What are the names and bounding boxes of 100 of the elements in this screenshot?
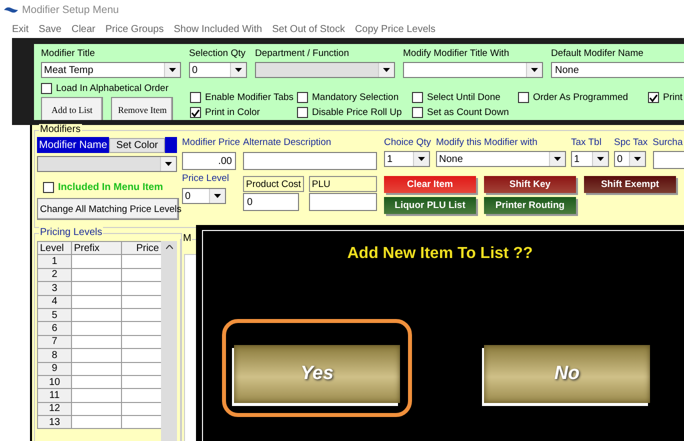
menu-item[interactable]: Price Groups [105, 24, 164, 34]
action-button[interactable]: Shift Key [484, 176, 576, 193]
table-cell: 4 [38, 295, 72, 308]
dropdown-arrow-icon [597, 157, 604, 161]
table-cell: 10 [38, 375, 72, 389]
table-cell [72, 254, 122, 268]
dropdown-arrow-icon [383, 68, 390, 72]
table-cell [72, 295, 122, 308]
checkbox[interactable] [412, 107, 423, 118]
scrollbar[interactable] [161, 241, 177, 441]
dropdown[interactable]: None [436, 151, 566, 167]
field-label: Choice Qty [384, 137, 431, 149]
text-field[interactable]: None [551, 62, 684, 78]
dropdown[interactable]: 0 [182, 188, 226, 204]
table-cell [72, 348, 122, 362]
table-cell [72, 388, 122, 402]
checkbox[interactable] [43, 182, 54, 193]
scroll-up-icon[interactable] [166, 245, 172, 249]
field-label: Alternate Description [243, 137, 332, 149]
cost-field[interactable]: 0 [243, 193, 299, 211]
table-cell: 13 [38, 416, 72, 429]
checkbox[interactable] [518, 92, 529, 103]
table-cell [72, 308, 122, 322]
dropdown[interactable] [403, 62, 543, 78]
price-field[interactable]: .00 [182, 152, 236, 170]
description-field[interactable] [243, 152, 377, 170]
checkbox[interactable] [297, 107, 308, 118]
field-label: Modifier Title [41, 48, 96, 60]
table-cell: 9 [38, 362, 72, 376]
table-cell: 1 [38, 254, 72, 268]
table-cell [72, 335, 122, 349]
checkbox-label: Set as Count Down [427, 107, 509, 118]
color-swatch[interactable] [164, 137, 177, 153]
dropdown[interactable]: 0 [614, 151, 646, 167]
table-cell: 2 [38, 268, 72, 282]
dropdown-arrow-icon [531, 68, 538, 72]
dropdown[interactable]: 0 [189, 62, 247, 78]
table-cell [72, 322, 122, 336]
column-header: Level [38, 242, 72, 255]
checkbox-label: Print [663, 92, 683, 103]
dialog-message: Add New Item To List ?? [346, 245, 534, 263]
checkbox[interactable] [41, 83, 52, 94]
change-levels-button[interactable]: Change All Matching Price Levels [37, 198, 179, 220]
field-label: Modifier Price [182, 137, 238, 149]
checkbox-label: Included In Menu Item [58, 182, 164, 193]
dropdown[interactable] [37, 156, 177, 172]
table-cell: 3 [38, 282, 72, 296]
window-title: Modifier Setup Menu [22, 4, 119, 16]
table-cell [72, 282, 122, 296]
menu-item[interactable]: Exit [12, 24, 29, 34]
dropdown-arrow-icon [634, 157, 641, 161]
checkbox-label: Order As Programmed [533, 92, 628, 103]
action-button[interactable]: Printer Routing [484, 197, 576, 214]
menu-item[interactable]: Show Included With [174, 24, 262, 34]
table-cell: 8 [38, 348, 72, 362]
dropdown[interactable]: Meat Temp [41, 62, 181, 78]
checkbox[interactable] [412, 92, 423, 103]
field-label: Modifier Name [37, 137, 110, 153]
field-label: Price Level [182, 173, 230, 185]
column-header: Prefix [72, 242, 122, 255]
table-cell: 12 [38, 402, 72, 416]
menu-item[interactable]: Clear [71, 24, 96, 34]
field-label: Selection Qty [189, 48, 246, 60]
action-button[interactable]: Liquor PLU List [384, 197, 476, 214]
field-label: Spc Tax [614, 137, 648, 149]
checkbox-label: Select Until Done [427, 92, 500, 103]
table-cell [72, 416, 122, 429]
menu-item[interactable]: Save [38, 24, 62, 34]
dropdown[interactable]: 1 [571, 151, 609, 167]
checkbox[interactable] [190, 92, 201, 103]
app-icon [4, 6, 18, 14]
dropdown-arrow-icon [418, 157, 425, 161]
dropdown-arrow-icon [235, 68, 242, 72]
action-button[interactable]: Shift Exempt [584, 176, 676, 193]
field-label: Product Cost [243, 176, 304, 192]
surcharge-field[interactable] [652, 151, 684, 169]
checkbox-label: Disable Price Roll Up [312, 107, 402, 118]
checkbox[interactable] [297, 92, 308, 103]
dropdown-arrow-icon [214, 194, 221, 198]
table-cell [72, 268, 122, 282]
action-button[interactable]: Remove Item [111, 97, 173, 120]
checkbox[interactable] [648, 92, 659, 103]
table-cell [72, 362, 122, 376]
field-label: Tax Tbl [571, 137, 602, 149]
dropdown-arrow-icon [554, 157, 561, 161]
field-label: Surcha [652, 137, 684, 149]
action-button[interactable]: Clear Item [384, 176, 476, 193]
field-label: Modify Modifier Title With [403, 48, 510, 60]
field-label: PLU [308, 176, 377, 192]
checkbox-label: Print in Color [205, 107, 260, 118]
menu-item[interactable]: Set Out of Stock [272, 24, 345, 34]
menu-item[interactable]: Copy Price Levels [354, 24, 436, 34]
group-title: Pricing Levels [39, 227, 104, 239]
checkbox[interactable] [190, 107, 201, 118]
action-button[interactable]: Add to List [41, 97, 103, 120]
set-color-button[interactable]: Set Color [109, 138, 165, 152]
dropdown[interactable]: 1 [384, 151, 430, 167]
field-label: Modify this Modifier with [436, 137, 538, 149]
plu-field[interactable] [308, 193, 377, 211]
dropdown-arrow-icon [165, 162, 172, 166]
